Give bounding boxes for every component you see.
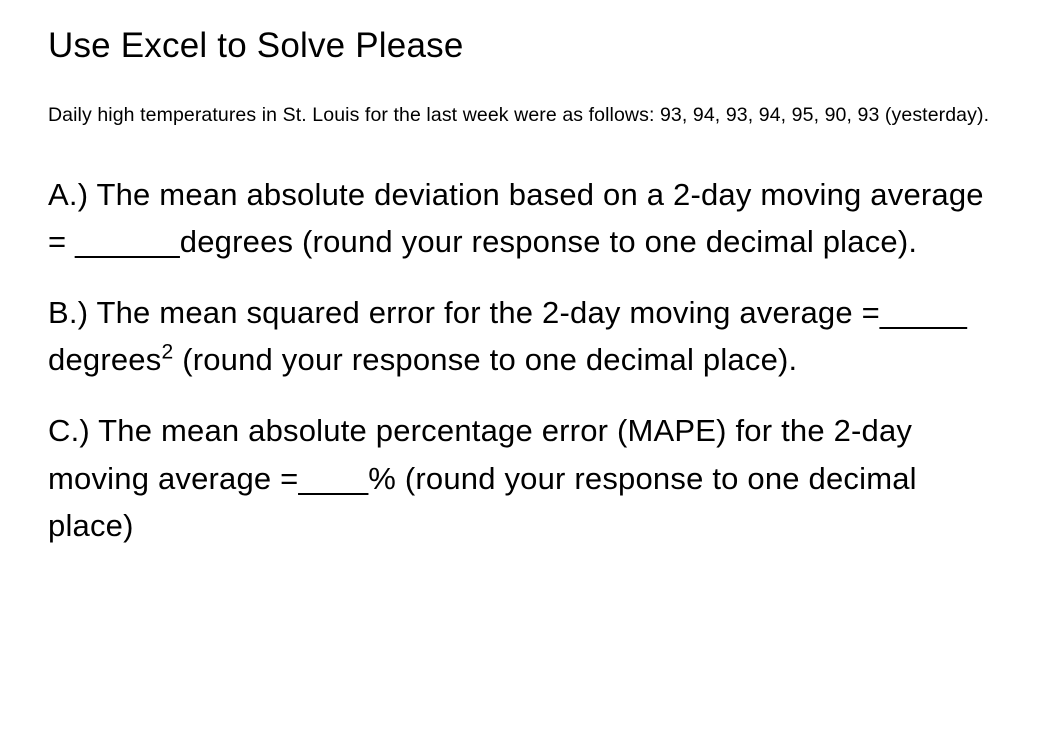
question-b: B.) The mean squared error for the 2-day… [48, 289, 1007, 383]
question-b-prefix: B.) The mean squared error for the 2-day… [48, 295, 880, 330]
question-c: C.) The mean absolute percentage error (… [48, 407, 1007, 548]
question-b-unit-exponent: 2 [161, 341, 173, 364]
document-page: Use Excel to Solve Please Daily high tem… [0, 0, 1055, 599]
question-a: A.) The mean absolute deviation based on… [48, 171, 1007, 265]
document-title: Use Excel to Solve Please [48, 26, 1007, 66]
question-a-suffix: degrees (round your response to one deci… [180, 224, 917, 259]
question-b-unit-base: degrees [48, 342, 161, 377]
question-c-blank: ____ [299, 461, 369, 496]
problem-statement: Daily high temperatures in St. Louis for… [48, 104, 1007, 127]
question-b-blank: _____ [880, 295, 967, 330]
question-a-blank: ______ [75, 224, 180, 259]
question-b-suffix: (round your response to one decimal plac… [173, 342, 797, 377]
